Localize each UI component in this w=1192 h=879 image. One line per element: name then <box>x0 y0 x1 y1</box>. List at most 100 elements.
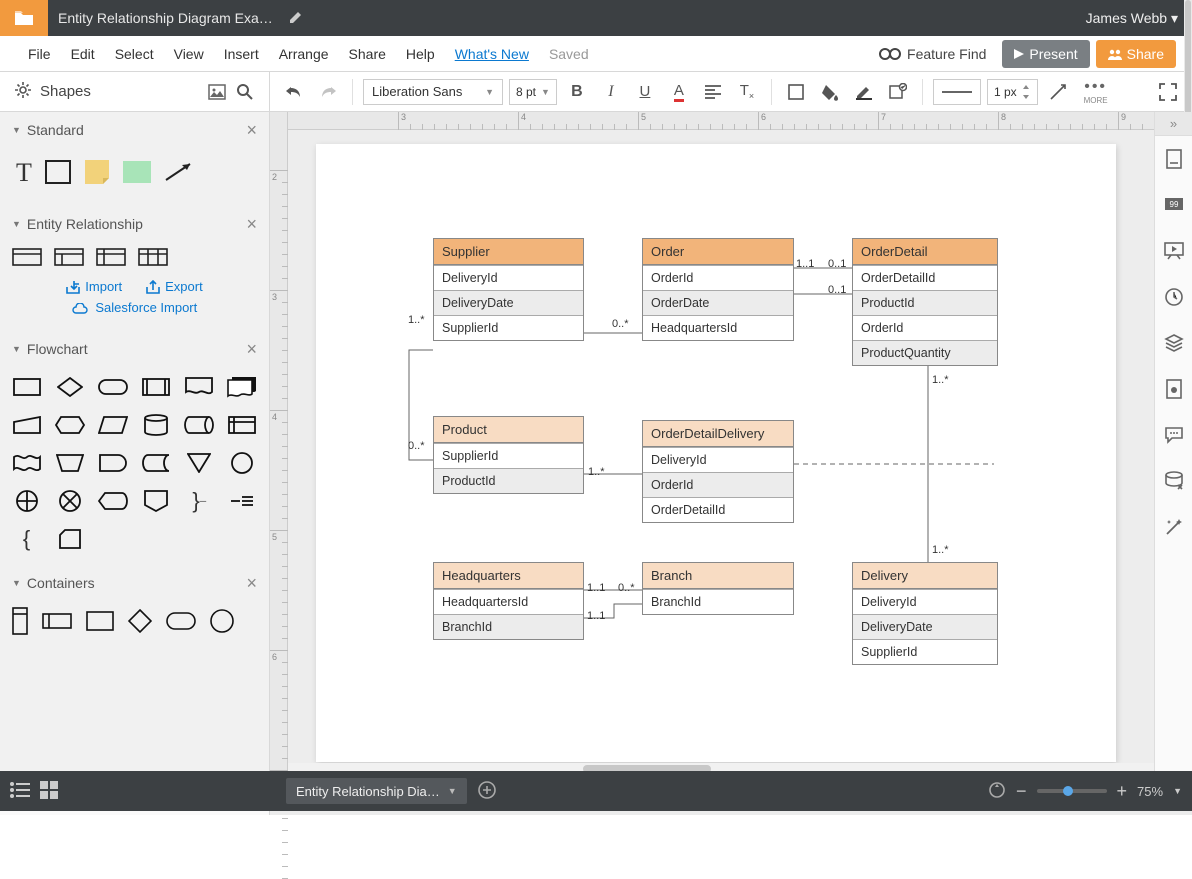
font-size-select[interactable]: 8 pt ▼ <box>509 79 557 105</box>
panel-flowchart-header[interactable]: ▼Flowchart × <box>0 331 269 367</box>
entity-row[interactable]: DeliveryId <box>434 265 583 290</box>
menu-select[interactable]: Select <box>105 46 164 62</box>
fc-database-icon[interactable] <box>140 411 173 439</box>
entity-product[interactable]: Product SupplierId ProductId <box>433 416 584 494</box>
entity-headquarters[interactable]: Headquarters HeadquartersId BranchId <box>433 562 584 640</box>
entity-row[interactable]: ProductQuantity <box>853 340 997 365</box>
font-family-select[interactable]: Liberation Sans ▼ <box>363 79 503 105</box>
entity-supplier[interactable]: Supplier DeliveryId DeliveryDate Supplie… <box>433 238 584 341</box>
add-page-icon[interactable] <box>477 780 497 803</box>
fc-note-icon[interactable] <box>226 487 259 515</box>
grid-view-icon[interactable] <box>40 781 58 802</box>
fc-card-icon[interactable] <box>53 525 86 553</box>
share-button[interactable]: Share <box>1096 40 1176 68</box>
entity-row[interactable]: SupplierId <box>434 315 583 340</box>
menu-arrange[interactable]: Arrange <box>269 46 339 62</box>
rail-page-icon[interactable] <box>1155 136 1192 182</box>
fc-bracer-icon[interactable]: }─ <box>183 487 216 515</box>
italic-icon[interactable]: I <box>597 78 625 106</box>
panel-er-header[interactable]: ▼Entity Relationship × <box>0 206 269 242</box>
close-icon[interactable]: × <box>246 214 257 235</box>
fc-multidoc-icon[interactable] <box>226 373 259 401</box>
salesforce-import-button[interactable]: Salesforce Import <box>10 298 259 321</box>
fc-or-icon[interactable] <box>10 487 43 515</box>
entity-row[interactable]: ProductId <box>853 290 997 315</box>
line-arrow-icon[interactable] <box>1044 78 1072 106</box>
zoom-out-icon[interactable]: − <box>1016 781 1027 802</box>
entity-row[interactable]: OrderId <box>853 315 997 340</box>
entity-row[interactable]: HeadquartersId <box>643 315 793 340</box>
rail-comments-icon[interactable]: 99 <box>1155 182 1192 228</box>
cont-lane-h-icon[interactable] <box>42 613 72 632</box>
fc-connector-icon[interactable] <box>226 449 259 477</box>
fullscreen-icon[interactable] <box>1154 78 1182 106</box>
fc-data-icon[interactable] <box>96 411 129 439</box>
rail-masterpage-icon[interactable] <box>1155 366 1192 412</box>
cont-lane-v-icon[interactable] <box>12 607 28 638</box>
canvas[interactable]: Supplier DeliveryId DeliveryDate Supplie… <box>288 130 1154 775</box>
outline-view-icon[interactable] <box>10 782 30 801</box>
present-button[interactable]: Present <box>1002 40 1089 68</box>
cont-rect-icon[interactable] <box>86 611 114 634</box>
close-icon[interactable]: × <box>246 120 257 141</box>
entity-supplier-header[interactable]: Supplier <box>434 239 583 265</box>
feature-find-button[interactable]: Feature Find <box>879 46 986 62</box>
search-icon[interactable] <box>231 78 259 106</box>
rail-collapse-icon[interactable]: » <box>1155 112 1192 136</box>
cont-diamond-icon[interactable] <box>128 609 152 636</box>
entity-hq-header[interactable]: Headquarters <box>434 563 583 589</box>
more-button[interactable]: ••• MORE <box>1084 78 1108 105</box>
align-icon[interactable] <box>699 78 727 106</box>
entity-row[interactable]: DeliveryDate <box>434 290 583 315</box>
menu-help[interactable]: Help <box>396 46 445 62</box>
rail-layers-icon[interactable] <box>1155 320 1192 366</box>
fc-preparation-icon[interactable] <box>53 411 86 439</box>
er-entity1-icon[interactable] <box>12 248 42 269</box>
folder-icon[interactable] <box>0 0 48 36</box>
er-entity3-icon[interactable] <box>96 248 126 269</box>
menu-view[interactable]: View <box>164 46 214 62</box>
fc-predef-icon[interactable] <box>140 373 173 401</box>
er-import-button[interactable]: Import <box>66 279 122 294</box>
fc-offpage-icon[interactable] <box>140 487 173 515</box>
fc-summing-icon[interactable] <box>53 487 86 515</box>
fc-bracel-icon[interactable]: { <box>10 525 43 553</box>
arrow-shape-icon[interactable] <box>164 162 192 185</box>
shape-options-icon[interactable] <box>884 78 912 106</box>
line-color-icon[interactable] <box>850 78 878 106</box>
fc-decision-icon[interactable] <box>53 373 86 401</box>
rect-shape-icon[interactable] <box>44 159 72 188</box>
entity-product-header[interactable]: Product <box>434 417 583 443</box>
gear-icon[interactable] <box>14 81 32 102</box>
fill-color-icon[interactable] <box>816 78 844 106</box>
note-shape-icon[interactable] <box>84 159 110 188</box>
fc-directdata-icon[interactable] <box>183 411 216 439</box>
fc-display-icon[interactable] <box>96 487 129 515</box>
entity-row[interactable]: OrderId <box>643 472 793 497</box>
edit-title-icon[interactable] <box>289 10 303 27</box>
entity-row[interactable]: ProductId <box>434 468 583 493</box>
fc-storeddata-icon[interactable] <box>140 449 173 477</box>
autosync-icon[interactable] <box>988 781 1006 802</box>
shape-icon[interactable] <box>782 78 810 106</box>
block-shape-icon[interactable] <box>122 160 152 187</box>
menu-file[interactable]: File <box>18 46 61 62</box>
cont-pill-icon[interactable] <box>166 612 196 633</box>
undo-icon[interactable] <box>280 78 308 106</box>
entity-row[interactable]: DeliveryDate <box>853 614 997 639</box>
entity-order-header[interactable]: Order <box>643 239 793 265</box>
entity-row[interactable]: BranchId <box>434 614 583 639</box>
clear-format-icon[interactable]: T× <box>733 78 761 106</box>
entity-row[interactable]: HeadquartersId <box>434 589 583 614</box>
entity-branch-header[interactable]: Branch <box>643 563 793 589</box>
user-menu[interactable]: James Webb ▾ <box>1072 10 1192 27</box>
fc-merge-icon[interactable] <box>183 449 216 477</box>
zoom-slider[interactable] <box>1037 789 1107 793</box>
line-style-select[interactable] <box>933 79 981 105</box>
fc-manualinput-icon[interactable] <box>10 411 43 439</box>
entity-row[interactable]: DeliveryId <box>853 589 997 614</box>
entity-orderdetail-header[interactable]: OrderDetail <box>853 239 997 265</box>
rail-chat-icon[interactable] <box>1155 412 1192 458</box>
fc-process-icon[interactable] <box>10 373 43 401</box>
entity-order[interactable]: Order OrderId OrderDate HeadquartersId <box>642 238 794 341</box>
